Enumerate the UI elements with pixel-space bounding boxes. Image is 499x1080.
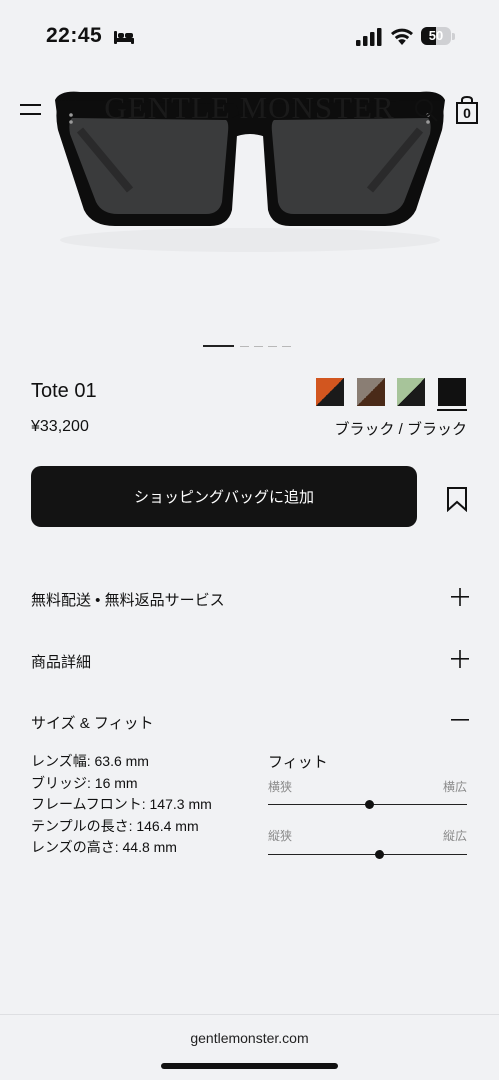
search-icon [415,99,438,122]
add-to-bag-button[interactable]: ショッピングバッグに追加 [31,466,417,527]
carousel-dot[interactable] [254,345,263,347]
fit-width-thumb[interactable] [365,800,375,809]
selected-swatch-indicator [437,409,467,411]
accordion-size-fit[interactable]: サイズ & フィット [31,706,469,736]
accordion-shipping[interactable]: 無料配送 • 無料返品サービス [31,583,469,613]
home-indicator[interactable] [161,1063,338,1069]
fit-height-wide-label: 縦広 [442,829,467,843]
cellular-signal-icon [356,28,382,51]
footer-divider [0,1014,499,1015]
swatch-orange-black[interactable] [316,378,344,406]
footer-url[interactable]: gentlemonster.com [0,1030,499,1046]
minus-icon [451,719,469,721]
accordion-product-details[interactable]: 商品詳細 [31,645,469,675]
status-time: 22:45 [46,24,103,47]
search-button[interactable] [412,96,440,124]
spec-temple-length: テンプルの長さ: 146.4 mm [31,817,199,834]
fit-width-track [268,800,467,809]
swatch-green-black[interactable] [397,378,425,406]
spec-lens-height: レンズの高さ: 44.8 mm [31,839,177,855]
spec-frame-front: フレームフロント: 147.3 mm [31,796,212,812]
fit-height-track [268,850,467,859]
accordion-product-details-label: 商品詳細 [31,654,92,671]
fit-height-thumb[interactable] [375,850,385,859]
fit-width-wide-label: 横広 [442,780,467,794]
shopping-bag-button[interactable]: 0 [455,95,479,124]
hamburger-menu-icon [20,104,41,115]
menu-button[interactable] [18,97,44,123]
plus-icon [451,588,469,606]
fit-width-narrow-label: 横狭 [268,780,293,794]
battery-level: 50 [428,28,444,43]
fit-title: フィット [268,754,328,771]
size-specs: レンズ幅: 63.6 mm ブリッジ: 16 mm フレームフロント: 147.… [31,751,212,859]
plus-icon [451,650,469,668]
battery-icon: 50 [421,27,455,47]
selected-color-label: ブラック / ブラック [334,421,467,438]
carousel-dot[interactable] [268,345,277,347]
bag-count: 0 [463,105,471,121]
wishlist-button[interactable] [446,486,468,513]
carousel-dot[interactable] [240,345,249,347]
carousel-dot[interactable] [203,345,234,347]
accordion-size-fit-label: サイズ & フィット [31,715,154,732]
accordion-shipping-label: 無料配送 • 無料返品サービス [31,592,225,609]
fit-height-narrow-label: 縦狭 [268,829,293,843]
product-name: Tote 01 [31,380,97,402]
spec-bridge: ブリッジ: 16 mm [31,774,138,791]
swatch-brown-black[interactable] [357,378,385,406]
product-price: ¥33,200 [31,418,89,435]
image-carousel-indicator[interactable] [203,344,296,348]
carousel-dot[interactable] [282,345,291,347]
spec-lens-width: レンズ幅: 63.6 mm [31,753,149,769]
status-bar: 22:45 50 [0,0,499,60]
bed-icon [113,29,135,50]
swatch-black[interactable] [438,378,466,406]
bookmark-icon [447,487,467,513]
wifi-icon [390,27,414,51]
